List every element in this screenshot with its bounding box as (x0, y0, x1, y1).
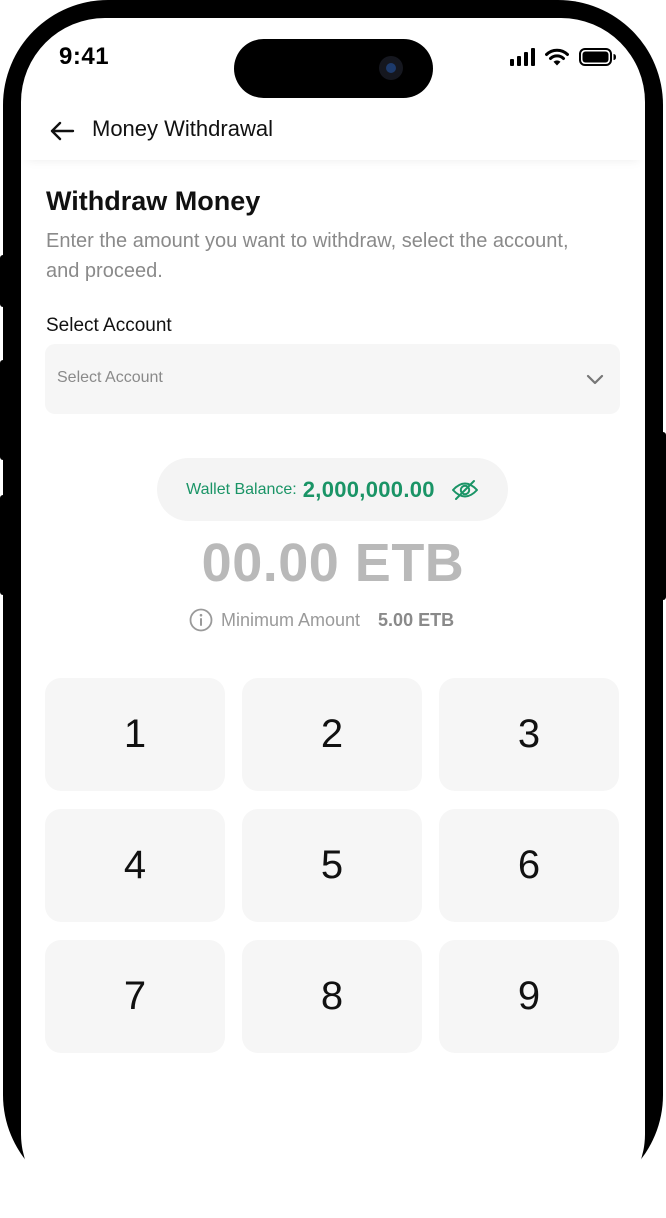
app-screen: 9:41 Money Withdrawal Withdraw Money Ent… (21, 18, 645, 1218)
amount-display: 00.00 ETB (201, 533, 465, 593)
battery-icon (579, 48, 616, 66)
minimum-amount-value: 5.00 ETB (378, 609, 455, 630)
wifi-icon (545, 48, 569, 66)
minimum-amount-label: Minimum Amount (221, 609, 361, 630)
dynamic-island (234, 39, 433, 98)
keypad-key-9[interactable]: 9 (439, 940, 619, 1053)
page-title: Withdraw Money (46, 186, 261, 216)
front-camera (379, 56, 403, 80)
wallet-balance-value: 2,000,000.00 (302, 476, 435, 502)
account-field-label: Select Account (46, 315, 172, 336)
account-select[interactable]: Select Account (45, 344, 620, 414)
wallet-balance-pill: Wallet Balance: 2,000,000.00 (157, 458, 508, 521)
keypad-key-7[interactable]: 7 (45, 940, 225, 1053)
keypad-key-8[interactable]: 8 (242, 940, 422, 1053)
page-subtitle: Enter the amount you want to withdraw, s… (46, 230, 569, 282)
keypad-key-1[interactable]: 1 (45, 678, 225, 791)
keypad-key-4[interactable]: 4 (45, 809, 225, 922)
app-header: Money Withdrawal (21, 100, 645, 160)
eye-off-icon (451, 479, 478, 500)
keypad-key-6[interactable]: 6 (439, 809, 619, 922)
status-time: 9:41 (59, 43, 110, 70)
toggle-balance-visibility-button[interactable] (451, 479, 479, 501)
back-button[interactable] (47, 116, 77, 146)
chevron-down-icon (586, 374, 604, 385)
keypad-key-2[interactable]: 2 (242, 678, 422, 791)
arrow-left-icon (50, 121, 75, 141)
keypad-key-3[interactable]: 3 (439, 678, 619, 791)
account-select-placeholder: Select Account (57, 369, 163, 386)
minimum-amount-row: Minimum Amount 5.00 ETB (189, 608, 454, 632)
keypad-key-5[interactable]: 5 (242, 809, 422, 922)
wallet-balance-label: Wallet Balance: (186, 480, 297, 498)
status-icons (510, 48, 617, 66)
header-title: Money Withdrawal (92, 116, 273, 141)
info-icon (189, 608, 213, 632)
cellular-signal-icon (510, 48, 535, 66)
